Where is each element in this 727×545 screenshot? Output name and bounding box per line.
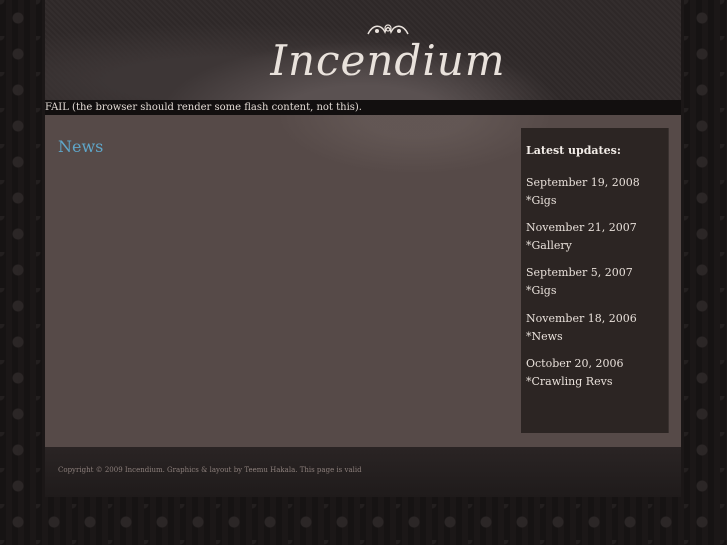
flash-fallback-message: FAIL (the browser should render some fla… bbox=[45, 100, 681, 115]
latest-updates-sidebar: Latest updates: September 19, 2008 *Gigs… bbox=[521, 128, 669, 433]
site-header: Incendium bbox=[45, 0, 681, 100]
news-heading: News bbox=[58, 137, 104, 156]
update-date: November 21, 2007 bbox=[526, 221, 637, 234]
update-link[interactable]: *News bbox=[526, 328, 666, 346]
update-entry: October 20, 2006 *Crawling Revs bbox=[526, 355, 666, 391]
sidebar-title: Latest updates: bbox=[526, 144, 621, 157]
site-footer: Copyright © 2009 Incendium. Graphics & l… bbox=[45, 447, 681, 497]
copyright-text: Copyright © 2009 Incendium. Graphics & l… bbox=[58, 466, 362, 474]
logo-text: Incendium bbox=[270, 36, 506, 85]
update-entry: September 5, 2007 *Gigs bbox=[526, 264, 666, 300]
update-entry: September 19, 2008 *Gigs bbox=[526, 174, 666, 210]
update-entry: November 18, 2006 *News bbox=[526, 310, 666, 346]
main-content: News Latest updates: September 19, 2008 … bbox=[45, 115, 681, 447]
update-link[interactable]: *Gigs bbox=[526, 192, 666, 210]
site-logo[interactable]: Incendium bbox=[263, 22, 513, 88]
page-wrapper: Incendium FAIL (the browser should rende… bbox=[45, 0, 681, 497]
update-date: November 18, 2006 bbox=[526, 312, 637, 325]
update-date: September 19, 2008 bbox=[526, 176, 640, 189]
update-link[interactable]: *Gallery bbox=[526, 237, 666, 255]
update-link[interactable]: *Gigs bbox=[526, 282, 666, 300]
update-date: September 5, 2007 bbox=[526, 266, 633, 279]
update-link[interactable]: *Crawling Revs bbox=[526, 373, 666, 391]
update-date: October 20, 2006 bbox=[526, 357, 624, 370]
update-entry: November 21, 2007 *Gallery bbox=[526, 219, 666, 255]
